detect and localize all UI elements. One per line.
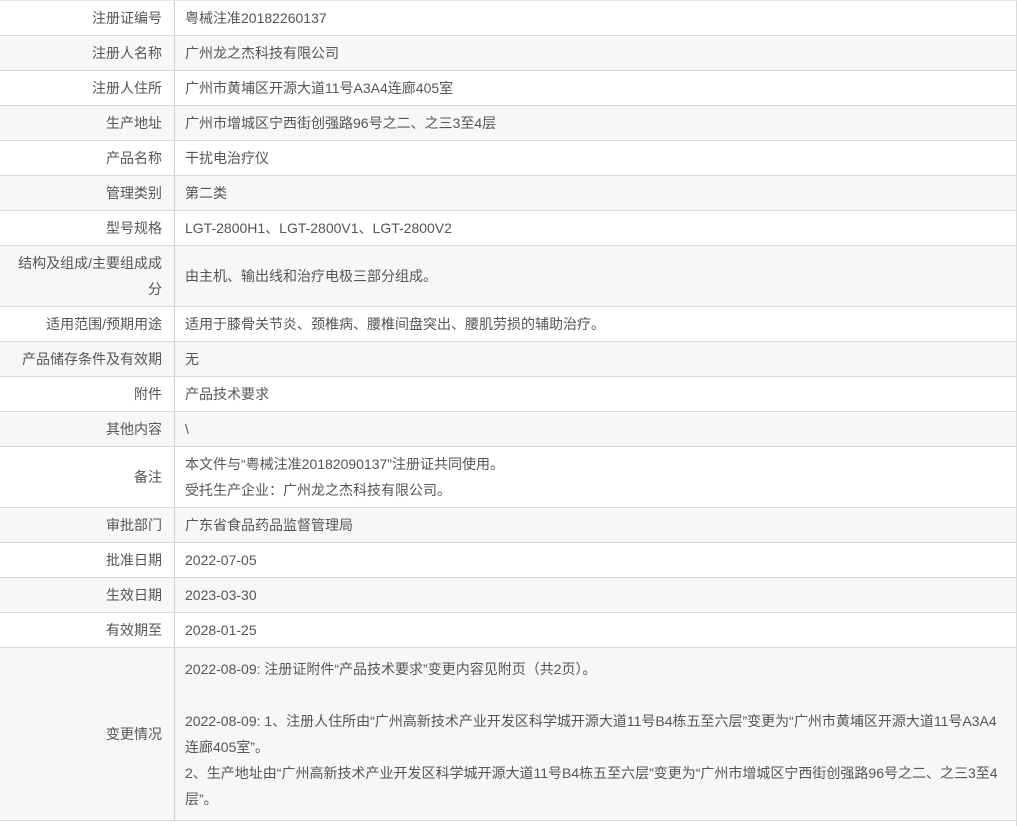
row-label: 注册人名称 bbox=[0, 36, 175, 70]
row-value: 本文件与“粤械注准20182090137”注册证共同使用。 受托生产企业：广州龙… bbox=[185, 456, 504, 498]
row-label: 其他内容 bbox=[0, 412, 175, 446]
table-row: 管理类别 第二类 bbox=[0, 176, 1016, 211]
row-value: 2023-03-30 bbox=[185, 587, 257, 603]
table-row: 批准日期 2022-07-05 bbox=[0, 543, 1016, 578]
row-value: \ bbox=[185, 421, 189, 437]
row-value: 2028-01-25 bbox=[185, 622, 257, 638]
table-row: 审批部门 广东省食品药品监督管理局 bbox=[0, 508, 1016, 543]
row-label: 注册证编号 bbox=[0, 1, 175, 35]
row-value: 2022-08-09: 注册证附件“产品技术要求”变更内容见附页（共2页）。 2… bbox=[185, 661, 998, 807]
row-label: 产品储存条件及有效期 bbox=[0, 342, 175, 376]
row-label: 附件 bbox=[0, 377, 175, 411]
row-value: 2022-07-05 bbox=[185, 552, 257, 568]
table-row: 生效日期 2023-03-30 bbox=[0, 578, 1016, 613]
row-label: 产品名称 bbox=[0, 141, 175, 175]
table-row: 备注 本文件与“粤械注准20182090137”注册证共同使用。 受托生产企业：广… bbox=[0, 447, 1016, 508]
row-value: 由主机、输出线和治疗电极三部分组成。 bbox=[185, 268, 437, 284]
row-value: 产品技术要求 bbox=[185, 386, 269, 402]
row-label: 有效期至 bbox=[0, 613, 175, 647]
row-value: 广州市增城区宁西街创强路96号之二、之三3至4层 bbox=[185, 115, 497, 131]
row-value: LGT-2800H1、LGT-2800V1、LGT-2800V2 bbox=[185, 220, 452, 236]
table-row: 注册证编号 粤械注准20182260137 bbox=[0, 1, 1016, 36]
table-row: 注册人名称 广州龙之杰科技有限公司 bbox=[0, 36, 1016, 71]
row-value: 适用于膝骨关节炎、颈椎病、腰椎间盘突出、腰肌劳损的辅助治疗。 bbox=[185, 316, 605, 332]
table-row: 附件 产品技术要求 bbox=[0, 377, 1016, 412]
row-value: 干扰电治疗仪 bbox=[185, 150, 269, 166]
table-row: 结构及组成/主要组成成分 由主机、输出线和治疗电极三部分组成。 bbox=[0, 246, 1016, 307]
table-row: 注册人住所 广州市黄埔区开源大道11号A3A4连廊405室 bbox=[0, 71, 1016, 106]
row-label: 生产地址 bbox=[0, 106, 175, 140]
registration-table: 注册证编号 粤械注准20182260137 注册人名称 广州龙之杰科技有限公司 注册人住… bbox=[0, 0, 1017, 826]
row-label: 审批部门 bbox=[0, 508, 175, 542]
row-label: 备注 bbox=[0, 447, 175, 507]
row-value: 粤械注准20182260137 bbox=[185, 10, 327, 26]
table-row: 变更情况 2022-08-09: 注册证附件“产品技术要求”变更内容见附页（共2页… bbox=[0, 648, 1016, 821]
table-row: 其他内容 \ bbox=[0, 412, 1016, 447]
row-value: 广州龙之杰科技有限公司 bbox=[185, 45, 339, 61]
row-value: 第二类 bbox=[185, 185, 227, 201]
row-label: 适用范围/预期用途 bbox=[0, 307, 175, 341]
table-row: 型号规格 LGT-2800H1、LGT-2800V1、LGT-2800V2 bbox=[0, 211, 1016, 246]
row-label: 型号规格 bbox=[0, 211, 175, 245]
row-value: 无 bbox=[185, 351, 199, 367]
partial-next-row bbox=[0, 821, 1016, 826]
row-label: 批准日期 bbox=[0, 543, 175, 577]
table-row: 生产地址 广州市增城区宁西街创强路96号之二、之三3至4层 bbox=[0, 106, 1016, 141]
row-label: 结构及组成/主要组成成分 bbox=[0, 246, 175, 306]
row-label: 变更情况 bbox=[0, 648, 175, 820]
table-row: 适用范围/预期用途 适用于膝骨关节炎、颈椎病、腰椎间盘突出、腰肌劳损的辅助治疗。 bbox=[0, 307, 1016, 342]
row-value: 广州市黄埔区开源大道11号A3A4连廊405室 bbox=[185, 80, 454, 96]
row-value: 广东省食品药品监督管理局 bbox=[185, 517, 353, 533]
table-row: 产品名称 干扰电治疗仪 bbox=[0, 141, 1016, 176]
row-label: 注册人住所 bbox=[0, 71, 175, 105]
table-row: 产品储存条件及有效期无 bbox=[0, 342, 1016, 377]
table-row: 有效期至 2028-01-25 bbox=[0, 613, 1016, 648]
row-label: 生效日期 bbox=[0, 578, 175, 612]
row-label: 管理类别 bbox=[0, 176, 175, 210]
